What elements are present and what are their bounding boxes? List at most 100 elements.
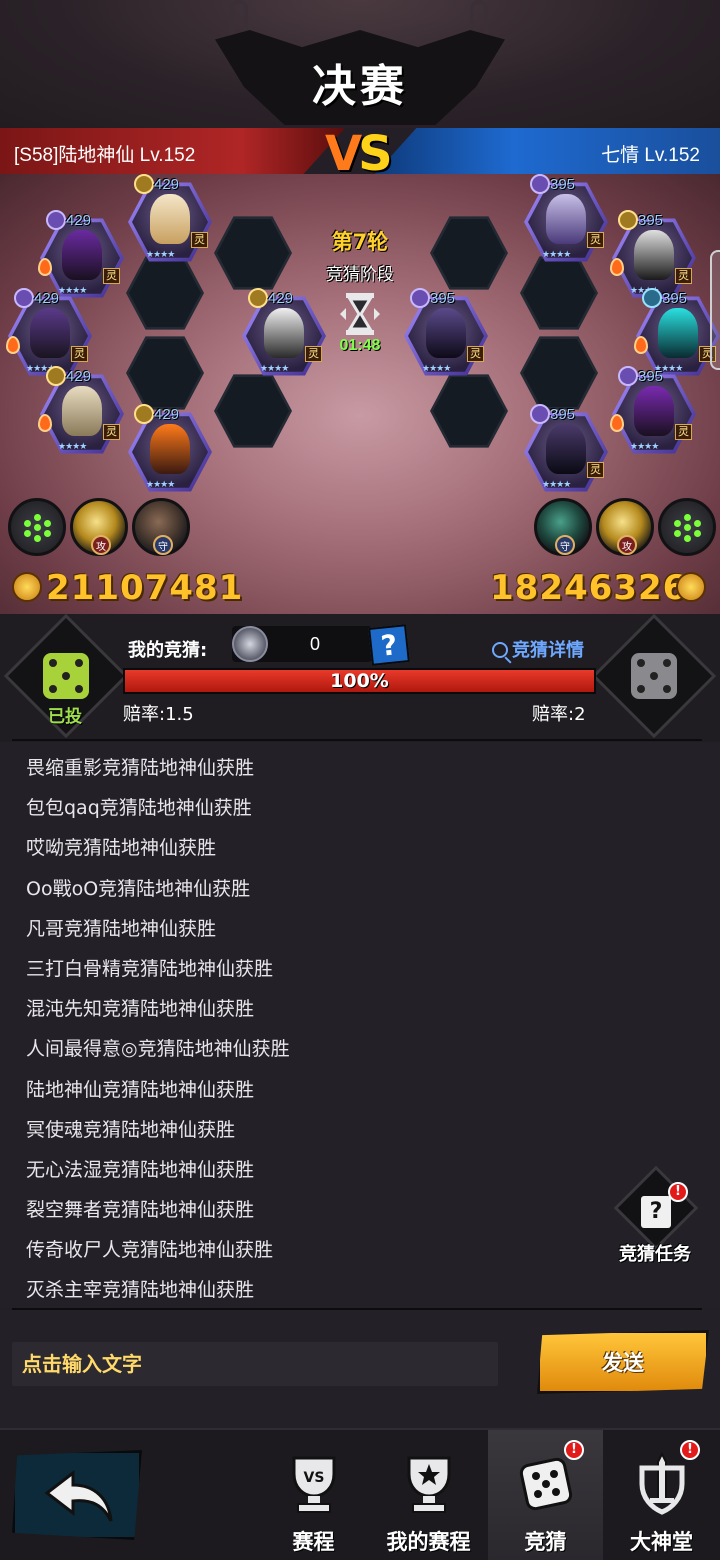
unit-level: 429: [66, 368, 92, 385]
vs-trophy-icon: VS: [292, 1456, 336, 1513]
unit-character: [634, 386, 674, 436]
combat-power-icon: [12, 572, 42, 602]
right-unit[interactable]: 395 灵 ★★★★: [524, 404, 608, 494]
formation-icon[interactable]: [8, 498, 66, 556]
nav-betting-label: 竞猜: [524, 1530, 567, 1554]
unit-stars: ★★★★: [260, 364, 289, 374]
unit-stars: ★★★★: [58, 442, 87, 452]
unit-stars: ★★★★: [630, 442, 659, 452]
bet-task-button[interactable]: ? ! 竞猜任务: [610, 1165, 700, 1272]
fire-element-icon: [610, 414, 624, 432]
class-badge-icon: [530, 174, 550, 194]
send-button[interactable]: 发送: [537, 1330, 709, 1394]
bet-feed-item: 凡哥竞猜陆地神仙获胜: [26, 917, 217, 940]
left-unit[interactable]: 429 灵 ★★★★: [6, 288, 92, 378]
attack-tag: 攻: [617, 535, 637, 555]
formation-icon[interactable]: [658, 498, 716, 556]
unit-character: [634, 230, 674, 280]
round-number: 第7轮: [331, 230, 389, 254]
left-unit[interactable]: 429 灵 ★★★★: [128, 174, 212, 264]
alert-badge: !: [680, 1440, 700, 1460]
header-area: 决赛: [0, 0, 720, 128]
right-combat-power: 18246326: [490, 568, 688, 608]
unit-character: [264, 308, 304, 358]
help-button[interactable]: ?: [368, 624, 410, 666]
attack-beast-icon[interactable]: 攻: [596, 498, 654, 556]
unit-stars: ★★★★: [146, 250, 175, 260]
right-unit[interactable]: 395 灵 ★★★★: [610, 366, 696, 456]
unit-stars: ★★★★: [422, 364, 451, 374]
bet-details-link[interactable]: 竞猜详情: [492, 636, 584, 662]
page-title: 决赛: [312, 61, 408, 112]
hourglass-icon: [340, 293, 380, 335]
fire-element-icon: [610, 258, 624, 276]
spirit-tag: 灵: [587, 462, 604, 478]
left-unit[interactable]: 429 ★★★★: [128, 404, 212, 494]
spirit-tag: 灵: [467, 346, 484, 362]
attack-tag: 攻: [91, 535, 111, 555]
nav-schedule[interactable]: VS 赛程: [256, 1430, 371, 1560]
bet-feed-item: 冥使魂竞猜陆地神仙获胜: [26, 1118, 236, 1141]
class-badge-icon: [46, 366, 66, 386]
unit-stars: ★★★★: [146, 480, 175, 490]
defend-beast-icon[interactable]: 守: [132, 498, 190, 556]
left-unit[interactable]: 429 灵 ★★★★: [38, 210, 124, 300]
divider: [12, 739, 702, 741]
unit-level: 429: [268, 290, 294, 307]
left-skill-row: 攻 守: [8, 498, 190, 560]
right-unit[interactable]: 395 灵 ★★★★: [524, 174, 608, 264]
sword-shield-icon: [639, 1452, 685, 1515]
class-badge-icon: [134, 174, 154, 194]
nav-betting[interactable]: ! 竞猜: [488, 1430, 603, 1560]
spirit-tag: 灵: [103, 268, 120, 284]
class-badge-icon: [46, 210, 66, 230]
left-combat-power: 21107481: [46, 568, 244, 608]
spirit-tag: 灵: [587, 232, 604, 248]
bet-feed-item: 裂空舞者竞猜陆地神仙获胜: [26, 1199, 255, 1222]
bet-amount: 0: [309, 634, 320, 654]
unit-character: [546, 194, 586, 244]
nav-my-schedule[interactable]: 我的赛程: [371, 1430, 486, 1560]
spirit-tag: 灵: [103, 424, 120, 440]
right-odds: 赔率:2: [532, 704, 586, 725]
unit-character: [62, 386, 102, 436]
bet-feed-list: 畏缩重影竞猜陆地神仙获胜 包包qaq竞猜陆地神仙获胜 哎呦竞猜陆地神仙获胜 Oo戰oO…: [26, 748, 290, 1311]
fire-element-icon: [38, 414, 52, 432]
unit-stars: ★★★★: [542, 250, 571, 260]
spirit-tag: 灵: [675, 268, 692, 284]
side-drawer-handle[interactable]: [710, 250, 720, 370]
defend-beast-icon[interactable]: 守: [534, 498, 592, 556]
spirit-tag: 灵: [71, 346, 88, 362]
unit-character: [546, 424, 586, 474]
chat-input[interactable]: [12, 1342, 498, 1386]
bet-feed-item: 哎呦竞猜陆地神仙获胜: [26, 837, 217, 860]
unit-level: 429: [34, 290, 60, 307]
class-badge-icon: [530, 404, 550, 424]
unit-level: 395: [430, 290, 456, 307]
bet-feed-item: Oo戰oO竞猜陆地神仙获胜: [26, 877, 251, 900]
bet-ratio-text: 100%: [330, 670, 389, 692]
unit-character: [30, 308, 70, 358]
bottom-nav: VS 赛程 我的赛程 ! 竞猜 ! 大神堂: [0, 1428, 720, 1560]
unit-character: [658, 308, 698, 358]
search-icon: [492, 642, 508, 658]
nav-hall-of-fame[interactable]: ! 大神堂: [604, 1430, 719, 1560]
attack-beast-icon[interactable]: 攻: [70, 498, 128, 556]
bet-feed-item: 畏缩重影竞猜陆地神仙获胜: [26, 757, 255, 779]
bet-feed-item: 灭杀主宰竞猜陆地神仙获胜: [26, 1279, 255, 1302]
countdown-timer: 01:48: [339, 337, 381, 354]
bet-feed-item: 三打白骨精竞猜陆地神仙获胜: [26, 957, 274, 980]
bet-feed-item: 无心法湿竞猜陆地神仙获胜: [26, 1158, 255, 1181]
chat-input-row: 发送: [0, 1310, 720, 1428]
unit-character: [426, 308, 466, 358]
round-phase: 竞猜阶段: [326, 265, 394, 285]
unit-level: 395: [550, 176, 576, 193]
unit-character: [150, 194, 190, 244]
right-unit[interactable]: 395 灵 ★★★★: [634, 288, 720, 378]
fire-element-icon: [634, 336, 648, 354]
class-badge-icon: [642, 288, 662, 308]
back-button[interactable]: [12, 1450, 142, 1540]
unit-level: 395: [638, 368, 664, 385]
left-unit[interactable]: 429 灵 ★★★★: [38, 366, 124, 456]
bet-feed-item: 人间最得意◎竞猜陆地神仙获胜: [26, 1038, 290, 1061]
